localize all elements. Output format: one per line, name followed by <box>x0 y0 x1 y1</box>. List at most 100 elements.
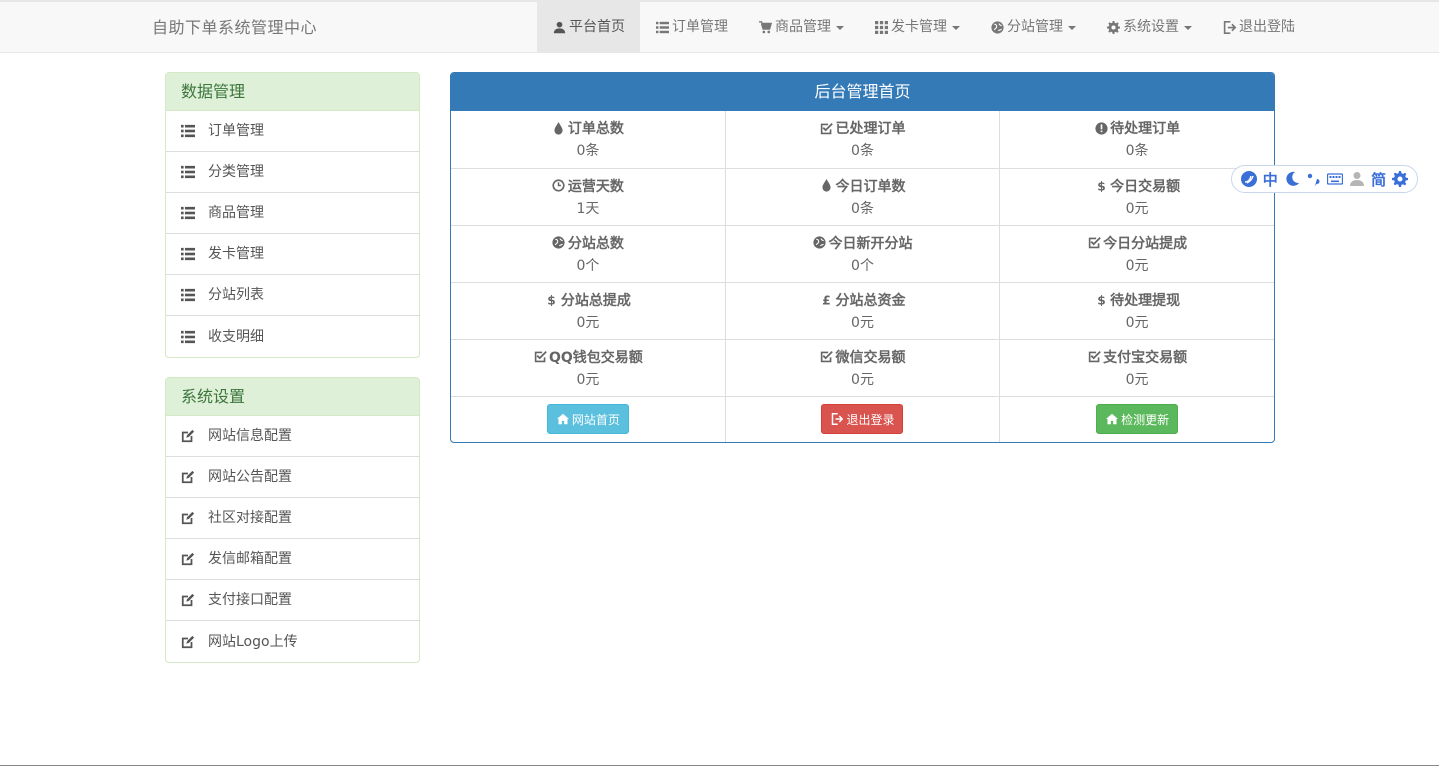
stat-cell: 今日分站提成 0元 <box>999 225 1274 283</box>
nav-item-home[interactable]: 平台首页 <box>537 2 640 53</box>
brand-title[interactable]: 自助下单系统管理中心 <box>152 2 317 53</box>
table-row: 网站首页 退出登录 检测更新 <box>451 396 1274 442</box>
exclamation-circle-icon <box>1094 121 1108 135</box>
stat-value: 0条 <box>576 143 600 160</box>
stat-value: 0条 <box>851 200 874 217</box>
sidebar-item-label: 分类管理 <box>208 164 264 180</box>
sidebar-item-site-info[interactable]: 网站信息配置 <box>166 416 419 457</box>
globe-icon <box>812 236 826 250</box>
logout-icon <box>1222 21 1236 35</box>
sidebar-item-label: 发卡管理 <box>208 246 264 262</box>
table-row: QQ钱包交易额 0元 微信交易额 0元 支付宝交易额 0元 <box>451 339 1274 397</box>
stat-value: 0个 <box>851 257 874 274</box>
stat-value: 0元 <box>1125 314 1149 331</box>
chevron-down-icon <box>952 25 960 30</box>
nav-item-settings[interactable]: 系统设置 <box>1091 2 1207 53</box>
tint-icon <box>552 121 566 135</box>
stat-cell: 分站总资金 0元 <box>725 282 1001 340</box>
stat-cell: 今日订单数 0条 <box>725 168 1001 226</box>
dollar-icon <box>1094 179 1108 193</box>
gear-icon[interactable] <box>1392 171 1408 187</box>
stat-label: 微信交易额 <box>835 349 906 366</box>
stat-cell: 订单总数 0条 <box>451 111 726 169</box>
button-cell: 检测更新 <box>1000 396 1274 442</box>
stat-cell: 待处理提现 0元 <box>999 282 1274 340</box>
stat-cell: 分站总数 0个 <box>451 225 726 283</box>
keyboard-icon[interactable] <box>1327 171 1343 187</box>
list-icon <box>181 124 195 138</box>
check-square-icon <box>1087 236 1101 250</box>
stat-value: 0元 <box>851 371 874 388</box>
nav-label: 商品管理 <box>775 19 831 35</box>
nav-item-orders[interactable]: 订单管理 <box>640 2 743 53</box>
sidebar-item-categories[interactable]: 分类管理 <box>166 152 419 193</box>
sidebar-item-label: 收支明细 <box>208 328 264 345</box>
moon-icon[interactable] <box>1284 171 1300 187</box>
stats-table: 订单总数 0条 已处理订单 0条 待处理订单 0条 运营天数 1天 今日订单数 0条 今日… <box>451 111 1274 442</box>
sidebar-item-label: 网站Logo上传 <box>208 633 298 650</box>
gear-icon <box>1106 21 1120 35</box>
dashboard-panel: 后台管理首页 订单总数 0条 已处理订单 0条 待处理订单 0条 运营天数 1天 今日订… <box>450 72 1275 443</box>
edit-icon <box>181 470 195 484</box>
nav-label: 平台首页 <box>569 19 625 35</box>
stat-value: 0元 <box>1125 371 1149 388</box>
user-icon[interactable] <box>1349 171 1365 187</box>
stat-label: 运营天数 <box>567 178 624 195</box>
stat-label: 分站总数 <box>567 235 624 252</box>
stat-value: 0元 <box>1125 200 1149 217</box>
stat-value: 0元 <box>851 314 874 331</box>
sidebar-item-logo-upload[interactable]: 网站Logo上传 <box>166 621 419 662</box>
sidebar-item-community[interactable]: 社区对接配置 <box>166 498 419 539</box>
stat-cell: 今日新开分站 0个 <box>725 225 1001 283</box>
tint-icon <box>819 179 833 193</box>
list-icon <box>181 206 195 220</box>
sidebar-item-cards[interactable]: 发卡管理 <box>166 234 419 275</box>
stat-cell: 支付宝交易额 0元 <box>999 339 1274 397</box>
sidebar-item-substation-list[interactable]: 分站列表 <box>166 275 419 316</box>
button-cell: 网站首页 <box>451 396 726 442</box>
sidebar-item-orders[interactable]: 订单管理 <box>166 111 419 152</box>
cart-icon <box>758 21 772 35</box>
stat-cell: QQ钱包交易额 0元 <box>451 339 726 397</box>
nav-item-products[interactable]: 商品管理 <box>743 2 859 53</box>
sidebar-item-label: 分站列表 <box>208 287 264 303</box>
sidebar-item-announcement[interactable]: 网站公告配置 <box>166 457 419 498</box>
sidebar-item-mail[interactable]: 发信邮箱配置 <box>166 539 419 580</box>
dollar-icon <box>545 293 559 307</box>
sidebar-item-finance[interactable]: 收支明细 <box>166 316 419 357</box>
nav-item-logout[interactable]: 退出登陆 <box>1207 2 1310 53</box>
ime-simplified-toggle[interactable]: 简 <box>1371 169 1386 190</box>
stat-value: 0条 <box>1125 143 1149 160</box>
stat-value: 0元 <box>576 314 600 331</box>
nav-label: 系统设置 <box>1123 19 1179 35</box>
sidebar-item-payment[interactable]: 支付接口配置 <box>166 580 419 621</box>
dashboard-title: 后台管理首页 <box>451 73 1274 111</box>
button-label: 退出登录 <box>846 412 895 427</box>
logout-button[interactable]: 退出登录 <box>821 404 904 435</box>
check-square-icon <box>819 350 833 364</box>
globe-icon <box>552 236 566 250</box>
ime-language-toggle[interactable]: 中 <box>1263 169 1278 190</box>
sidebar-item-label: 发信邮箱配置 <box>208 551 292 567</box>
edit-icon <box>181 552 195 566</box>
stat-label: QQ钱包交易额 <box>549 349 643 366</box>
home-icon <box>1105 412 1119 426</box>
check-update-button[interactable]: 检测更新 <box>1096 404 1179 435</box>
stat-value: 0条 <box>851 143 874 160</box>
stat-label: 今日订单数 <box>835 178 906 195</box>
button-cell: 退出登录 <box>725 396 1001 442</box>
home-icon <box>556 412 570 426</box>
sidebar-item-products[interactable]: 商品管理 <box>166 193 419 234</box>
list-icon <box>181 288 195 302</box>
user-icon <box>552 21 566 35</box>
check-square-icon <box>533 350 547 364</box>
punctuation-icon[interactable] <box>1306 171 1322 187</box>
nav-label: 发卡管理 <box>891 19 947 35</box>
site-home-button[interactable]: 网站首页 <box>546 404 629 435</box>
nav-item-substations[interactable]: 分站管理 <box>975 2 1091 53</box>
main-nav: 平台首页 订单管理 商品管理 发卡管理 分站管理 系统设置 退出登陆 <box>537 2 1310 53</box>
ime-logo-icon[interactable] <box>1241 171 1257 187</box>
nav-item-cards[interactable]: 发卡管理 <box>859 2 975 53</box>
button-label: 网站首页 <box>571 412 620 427</box>
stat-label: 今日分站提成 <box>1103 235 1188 252</box>
